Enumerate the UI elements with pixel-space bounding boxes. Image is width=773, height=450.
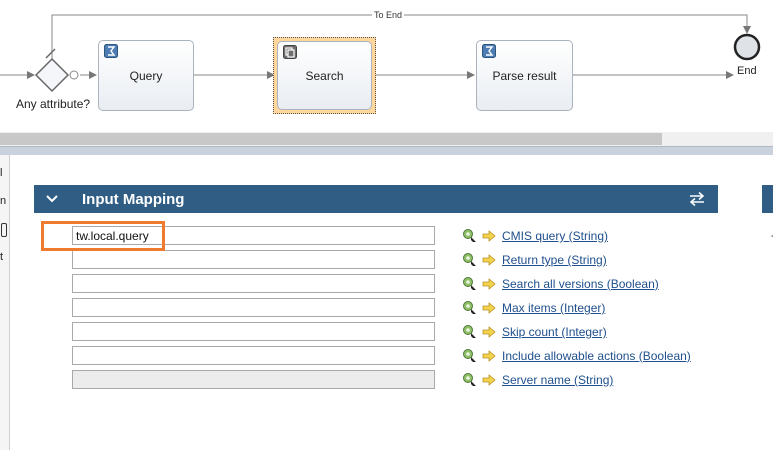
variable-picker-icon[interactable]	[462, 348, 478, 364]
task-search-selection: Search	[273, 37, 376, 114]
diagram-hscrollbar-thumb[interactable]	[0, 133, 662, 145]
script-icon	[482, 44, 496, 58]
arrow-right-icon	[482, 326, 496, 338]
mapping-parameter-5: Skip count (Integer)	[462, 323, 607, 341]
end-label: End	[737, 65, 757, 77]
left-side-tabs: l n t	[0, 155, 10, 450]
service-icon	[283, 45, 297, 59]
task-parse-result-label: Parse result	[492, 68, 557, 83]
mapping-input-4[interactable]	[72, 298, 435, 317]
script-icon	[104, 44, 118, 58]
task-search-label: Search	[305, 68, 344, 83]
task-parse-result[interactable]: Parse result	[476, 40, 573, 111]
variable-picker-icon[interactable]	[462, 324, 478, 340]
parameter-link[interactable]: Return type (String)	[502, 253, 607, 267]
parameter-link[interactable]: Server name (String)	[502, 373, 613, 387]
parameter-link[interactable]: CMIS query (String)	[502, 229, 608, 243]
right-panel-header-edge	[762, 185, 773, 213]
mapping-parameter-6: Include allowable actions (Boolean)	[462, 347, 691, 365]
parameter-link[interactable]: Include allowable actions (Boolean)	[502, 349, 691, 363]
mapping-input-5[interactable]	[72, 322, 435, 341]
variable-picker-icon[interactable]	[462, 372, 478, 388]
task-search[interactable]: Search	[277, 41, 372, 110]
arrow-right-icon	[482, 278, 496, 290]
arrow-right-icon	[482, 374, 496, 386]
arrow-right-icon	[482, 254, 496, 266]
mapping-parameter-3: Search all versions (Boolean)	[462, 275, 659, 293]
gateway-diamond[interactable]	[34, 57, 70, 93]
panel-splitter[interactable]	[0, 146, 773, 155]
arrow-right-icon	[482, 302, 496, 314]
mapping-input-7[interactable]	[72, 370, 435, 389]
process-diagram: To End Any attribute? End Query Search P…	[0, 0, 773, 146]
mapping-input-6[interactable]	[72, 346, 435, 365]
swap-arrows-icon[interactable]	[688, 191, 706, 210]
parameter-link[interactable]: Max items (Integer)	[502, 301, 605, 315]
end-event-circle[interactable]	[733, 33, 761, 61]
side-tab-2[interactable]: n	[0, 195, 6, 207]
to-end-label: To End	[372, 10, 405, 20]
side-tab-3[interactable]	[1, 223, 7, 237]
variable-picker-icon[interactable]	[462, 252, 478, 268]
mapping-parameter-1: CMIS query (String)	[462, 227, 608, 245]
arrow-right-icon	[482, 230, 496, 242]
panel-title: Input Mapping	[82, 190, 185, 208]
mapping-input-3[interactable]	[72, 274, 435, 293]
parameter-link[interactable]: Skip count (Integer)	[502, 325, 607, 339]
side-tab-4[interactable]: t	[0, 251, 3, 263]
side-tab-1[interactable]: l	[0, 167, 2, 179]
task-query[interactable]: Query	[98, 40, 194, 111]
gateway-label: Any attribute?	[16, 97, 91, 111]
input-mapping-header: Input Mapping	[34, 185, 718, 213]
chevron-down-icon[interactable]	[34, 194, 70, 204]
variable-picker-icon[interactable]	[462, 228, 478, 244]
variable-picker-icon[interactable]	[462, 300, 478, 316]
task-query-label: Query	[129, 68, 163, 83]
mapping-input-2[interactable]	[72, 250, 435, 269]
mapping-input-1[interactable]	[72, 226, 435, 245]
mapping-parameter-7: Server name (String)	[462, 371, 613, 389]
variable-picker-icon[interactable]	[462, 276, 478, 292]
parameter-link[interactable]: Search all versions (Boolean)	[502, 277, 659, 291]
arrow-right-icon	[482, 350, 496, 362]
mapping-parameter-4: Max items (Integer)	[462, 299, 605, 317]
mapping-parameter-2: Return type (String)	[462, 251, 607, 269]
